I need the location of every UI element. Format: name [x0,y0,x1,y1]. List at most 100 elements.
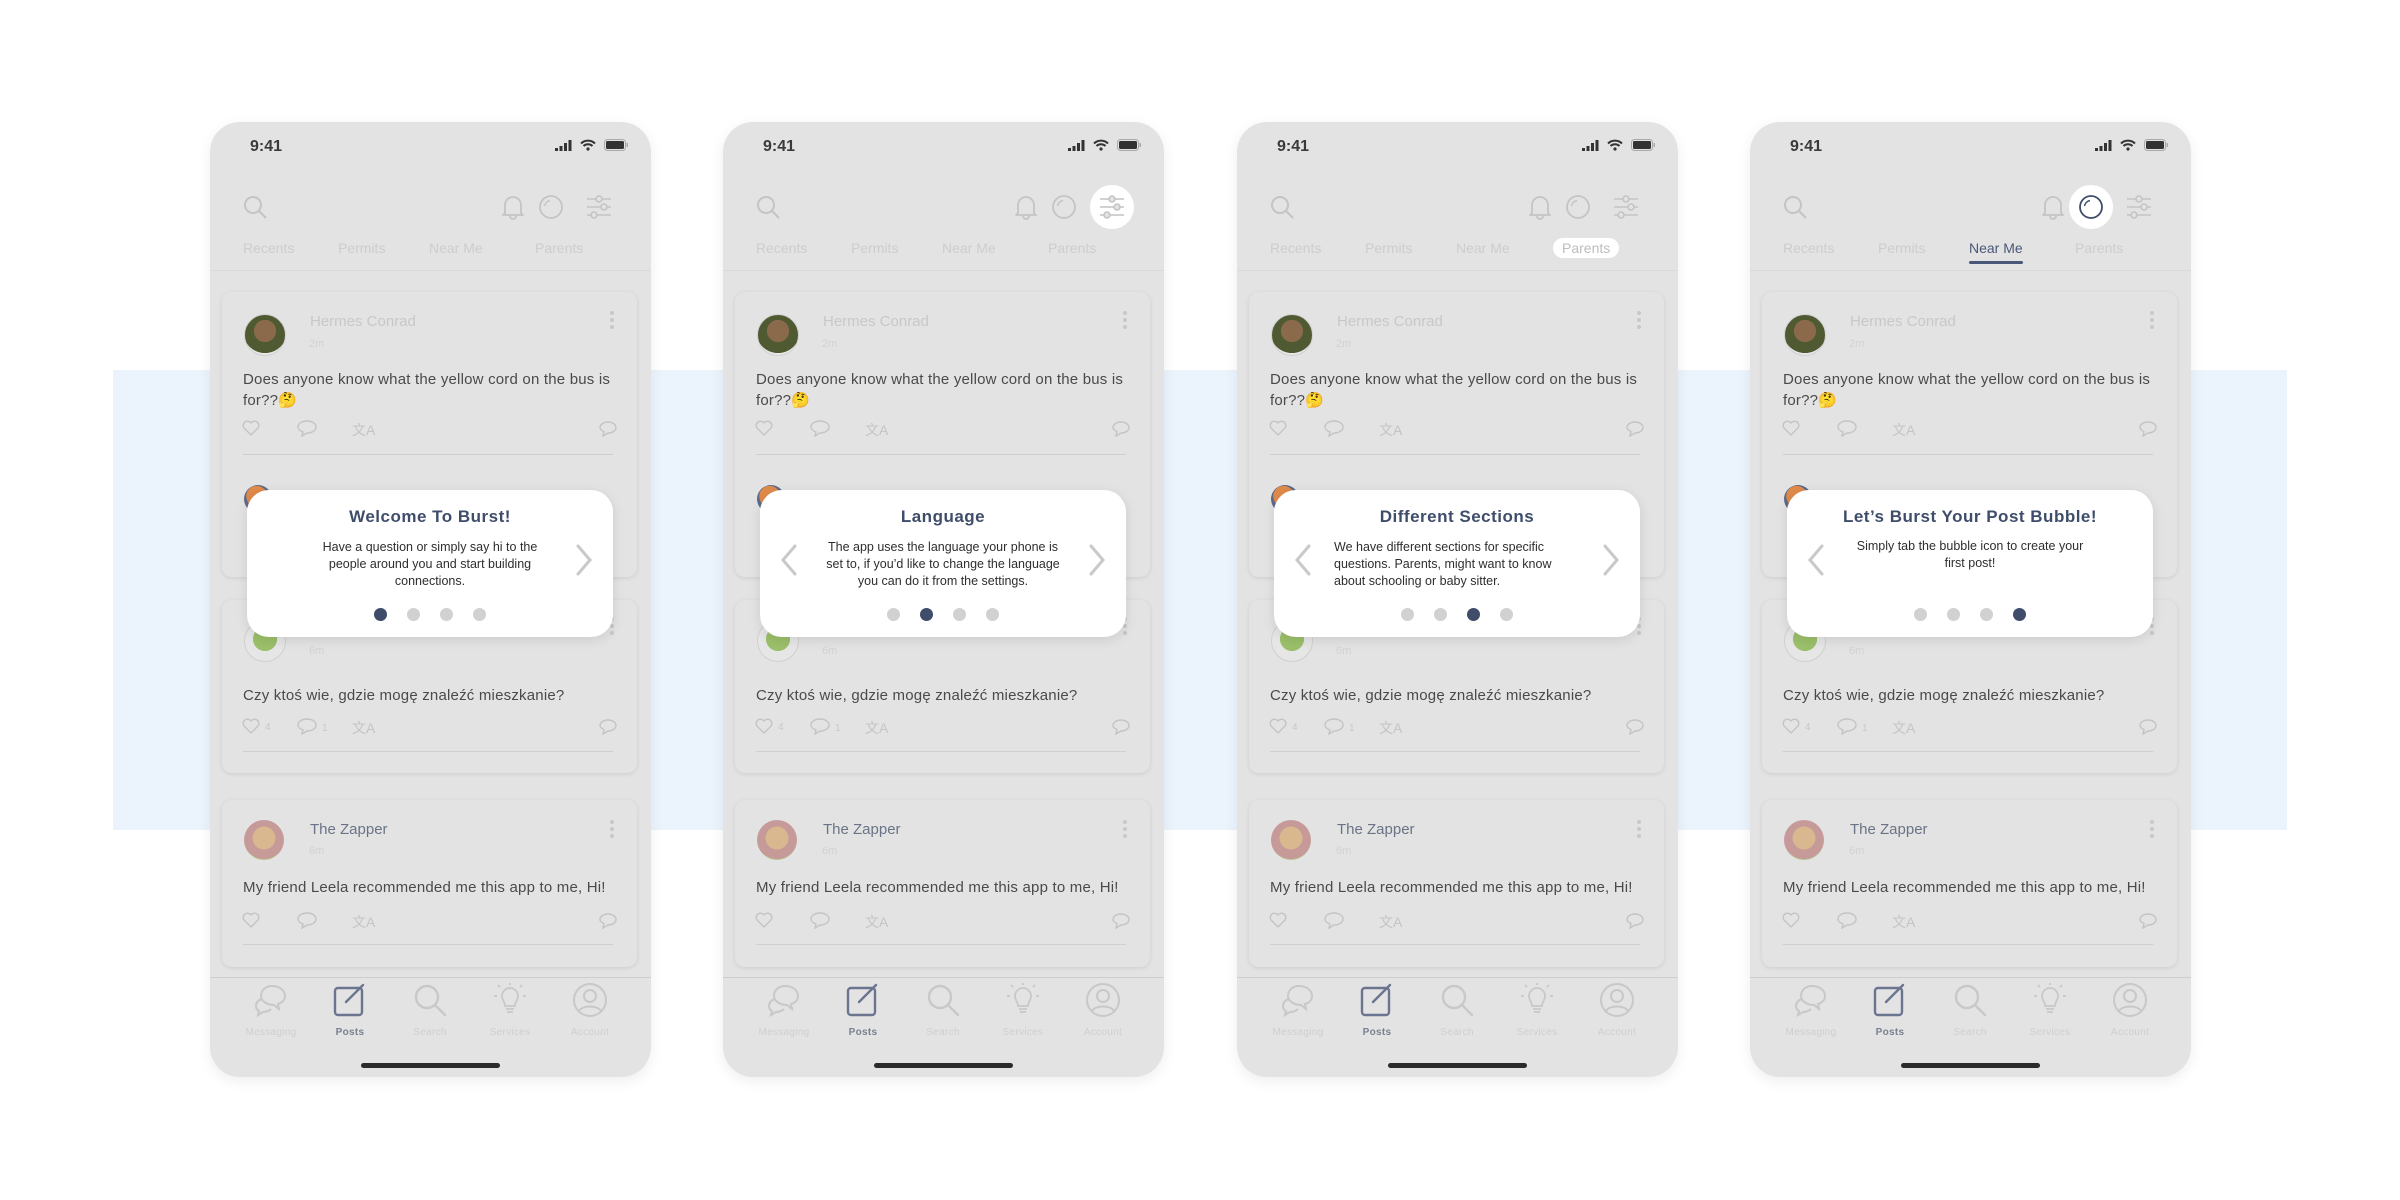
nav-services[interactable]: Services [983,982,1063,1038]
pagination-dot[interactable] [2013,608,2026,621]
translate-button[interactable]: 文A [1379,718,1402,738]
bell-icon[interactable] [496,190,530,224]
pagination-dot[interactable] [407,608,420,621]
translate-button[interactable]: 文A [352,912,375,932]
post-card[interactable]: The Zapper 6m My friend Leela recommende… [222,800,637,967]
tab-recents[interactable]: Recents [234,238,303,258]
translate-button[interactable]: 文A [1892,420,1915,440]
nav-posts[interactable]: Posts [310,982,390,1038]
pagination-dot[interactable] [1914,608,1927,621]
tab-recents[interactable]: Recents [1261,238,1330,258]
nav-account[interactable]: Account [2090,982,2170,1038]
pagination-dot[interactable] [473,608,486,621]
post-card[interactable]: The Zapper 6m My friend Leela recommende… [1762,800,2177,967]
more-options-icon[interactable] [1123,820,1127,838]
tab-near-me[interactable]: Near Me [933,238,1005,258]
reply-button[interactable] [1112,912,1130,932]
tab-parents[interactable]: Parents [1553,238,1620,258]
pagination-dot[interactable] [1980,608,1993,621]
avatar[interactable] [244,820,284,860]
nav-messaging[interactable]: Messaging [1258,982,1338,1038]
search-icon[interactable] [751,190,785,224]
bell-icon[interactable] [1009,190,1043,224]
post-author[interactable]: Hermes Conrad [310,313,416,330]
filter-sliders-icon[interactable] [2122,190,2156,224]
post-author[interactable]: Hermes Conrad [823,313,929,330]
reply-button[interactable] [599,912,617,932]
avatar[interactable] [757,314,799,356]
comment-button[interactable] [1837,420,1862,440]
nav-messaging[interactable]: Messaging [231,982,311,1038]
tab-recents[interactable]: Recents [747,238,816,258]
post-author[interactable]: The Zapper [823,821,901,838]
tab-parents[interactable]: Parents [2066,238,2132,258]
nav-account[interactable]: Account [550,982,630,1038]
post-card[interactable]: The Zapper 6m My friend Leela recommende… [1249,800,1664,967]
avatar[interactable] [1271,820,1311,860]
translate-button[interactable]: 文A [1892,718,1915,738]
reply-button[interactable] [1626,912,1644,932]
like-button[interactable] [242,420,265,439]
nav-search[interactable]: Search [903,982,983,1038]
nav-services[interactable]: Services [2010,982,2090,1038]
avatar[interactable] [757,820,797,860]
post-author[interactable]: Hermes Conrad [1850,313,1956,330]
pagination-dot[interactable] [887,608,900,621]
avatar[interactable] [244,314,286,356]
translate-button[interactable]: 文A [1379,420,1402,440]
bubble-icon[interactable] [534,190,568,224]
pagination-dot[interactable] [1467,608,1480,621]
bubble-icon[interactable] [2069,185,2113,229]
comment-button[interactable] [297,912,322,932]
pagination-dot[interactable] [1434,608,1447,621]
nav-messaging[interactable]: Messaging [1771,982,1851,1038]
pagination-dot[interactable] [1947,608,1960,621]
filter-sliders-icon[interactable] [582,190,616,224]
reply-button[interactable] [599,718,617,738]
post-author[interactable]: The Zapper [1850,821,1928,838]
bubble-icon[interactable] [1561,190,1595,224]
like-button[interactable] [1782,912,1805,931]
nav-search[interactable]: Search [1417,982,1497,1038]
tab-near-me[interactable]: Near Me [420,238,492,258]
translate-button[interactable]: 文A [865,912,888,932]
tab-permits[interactable]: Permits [329,238,394,258]
tab-permits[interactable]: Permits [842,238,907,258]
nav-services[interactable]: Services [470,982,550,1038]
reply-button[interactable] [1112,718,1130,738]
filter-sliders-icon[interactable] [1090,185,1134,229]
comment-button[interactable]: 1 [1837,718,1868,738]
translate-button[interactable]: 文A [1892,912,1915,932]
reply-button[interactable] [1626,718,1644,738]
more-options-icon[interactable] [610,311,614,329]
translate-button[interactable]: 文A [865,718,888,738]
reply-button[interactable] [2139,718,2157,738]
reply-button[interactable] [2139,912,2157,932]
avatar[interactable] [1784,820,1824,860]
more-options-icon[interactable] [2150,311,2154,329]
tab-near-me[interactable]: Near Me [1960,238,2032,264]
nav-account[interactable]: Account [1577,982,1657,1038]
previous-button[interactable] [776,544,802,580]
pagination-dot[interactable] [1500,608,1513,621]
more-options-icon[interactable] [610,820,614,838]
next-button[interactable] [571,544,597,580]
comment-button[interactable] [1324,912,1349,932]
like-button[interactable] [1782,420,1805,439]
pagination-dot[interactable] [986,608,999,621]
more-options-icon[interactable] [2150,820,2154,838]
like-button[interactable] [755,420,778,439]
avatar[interactable] [1784,314,1826,356]
like-button[interactable] [1269,420,1292,439]
tab-parents[interactable]: Parents [1039,238,1105,258]
tab-permits[interactable]: Permits [1869,238,1934,258]
tab-permits[interactable]: Permits [1356,238,1421,258]
post-author[interactable]: The Zapper [1337,821,1415,838]
more-options-icon[interactable] [1637,311,1641,329]
pagination-dot[interactable] [1401,608,1414,621]
post-author[interactable]: Hermes Conrad [1337,313,1443,330]
like-button[interactable]: 4 [1269,718,1298,737]
tab-near-me[interactable]: Near Me [1447,238,1519,258]
nav-posts[interactable]: Posts [1337,982,1417,1038]
translate-button[interactable]: 文A [1379,912,1402,932]
